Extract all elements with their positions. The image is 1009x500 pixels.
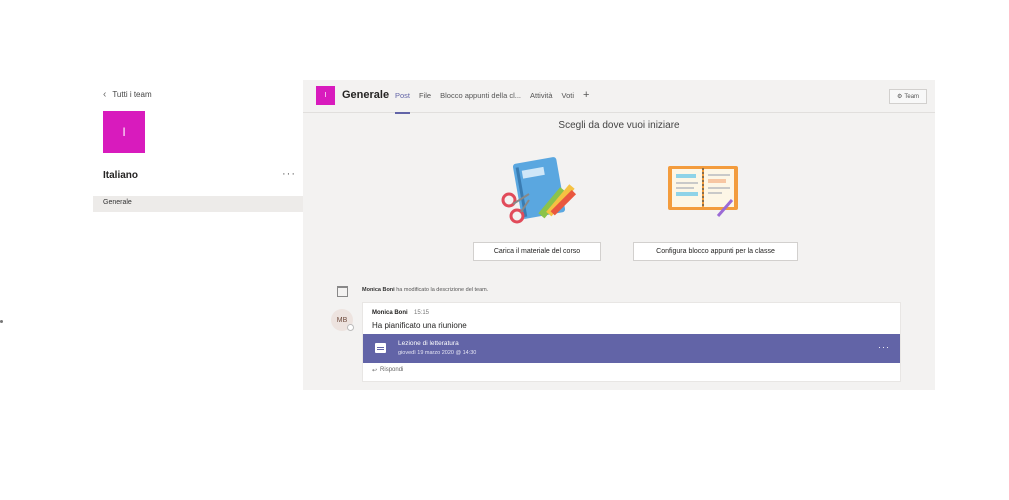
- chevron-left-icon: ‹: [103, 89, 107, 100]
- team-avatar-initial: I: [122, 125, 126, 139]
- get-started-title: Scegli da dove vuoi iniziare: [558, 120, 680, 131]
- tab-grades[interactable]: Voti: [562, 91, 575, 100]
- meeting-card[interactable]: Lezione di letteratura giovedì 19 marzo …: [363, 334, 900, 363]
- reply-label: Rispondi: [380, 367, 404, 373]
- meeting-title: Lezione di letteratura: [398, 340, 459, 347]
- reply-button[interactable]: ↩ Rispondi: [372, 367, 403, 374]
- team-more-options-button[interactable]: ···: [282, 168, 296, 180]
- meeting-more-options-button[interactable]: ···: [878, 342, 890, 352]
- post-card: Monica Boni 15:15 Ha pianificato una riu…: [362, 302, 901, 382]
- system-message-text: ha modificato la descrizione del team.: [396, 287, 489, 293]
- team-name: Italiano: [103, 170, 139, 181]
- class-notebook-illustration-icon: [668, 166, 738, 217]
- team-button[interactable]: ⚙ Team: [889, 89, 927, 104]
- avatar-initials: MB: [336, 316, 348, 324]
- sidebar-item-generale[interactable]: Generale: [93, 196, 303, 212]
- team-avatar: I: [103, 111, 145, 153]
- upload-course-material-button[interactable]: Carica il materiale del corso: [473, 242, 601, 261]
- system-message: Monica Boni ha modificato la descrizione…: [362, 287, 488, 293]
- edge-dot: [0, 320, 3, 323]
- system-message-author: Monica Boni: [362, 287, 395, 293]
- back-to-all-teams-link[interactable]: ‹ Tutti i team: [103, 89, 152, 100]
- team-update-icon: [337, 286, 348, 297]
- tab-file[interactable]: File: [419, 91, 431, 100]
- channel-main-pane: I Generale Post File Blocco appunti dell…: [303, 80, 935, 390]
- tab-post[interactable]: Post: [395, 91, 411, 114]
- add-tab-button[interactable]: +: [583, 90, 589, 101]
- channel-title: Generale: [342, 89, 390, 101]
- tab-activity[interactable]: Attività: [530, 91, 553, 100]
- post-author: Monica Boni: [372, 310, 408, 316]
- channel-label: Generale: [103, 199, 132, 206]
- team-icon: ⚙: [896, 94, 903, 100]
- calendar-icon: [375, 343, 386, 353]
- channel-team-icon: I: [316, 86, 335, 105]
- meeting-date: giovedì 19 marzo 2020 @ 14:30: [398, 350, 477, 356]
- channel-header: I Generale Post File Blocco appunti dell…: [303, 80, 935, 114]
- post-time: 15:15: [414, 310, 430, 316]
- setup-class-notebook-button[interactable]: Configura blocco appunti per la classe: [633, 242, 798, 261]
- team-button-label: Team: [904, 93, 920, 100]
- back-link-label: Tutti i team: [112, 90, 152, 99]
- channel-tabs: Post File Blocco appunti della cl... Att…: [395, 90, 589, 114]
- channel-team-initial: I: [324, 92, 327, 99]
- post-text: Ha pianificato una riunione: [372, 321, 467, 330]
- reply-arrow-icon: ↩: [372, 368, 378, 374]
- course-material-illustration-icon: [501, 157, 577, 224]
- presence-status-icon: [347, 324, 354, 331]
- tab-notebook[interactable]: Blocco appunti della cl...: [440, 91, 521, 100]
